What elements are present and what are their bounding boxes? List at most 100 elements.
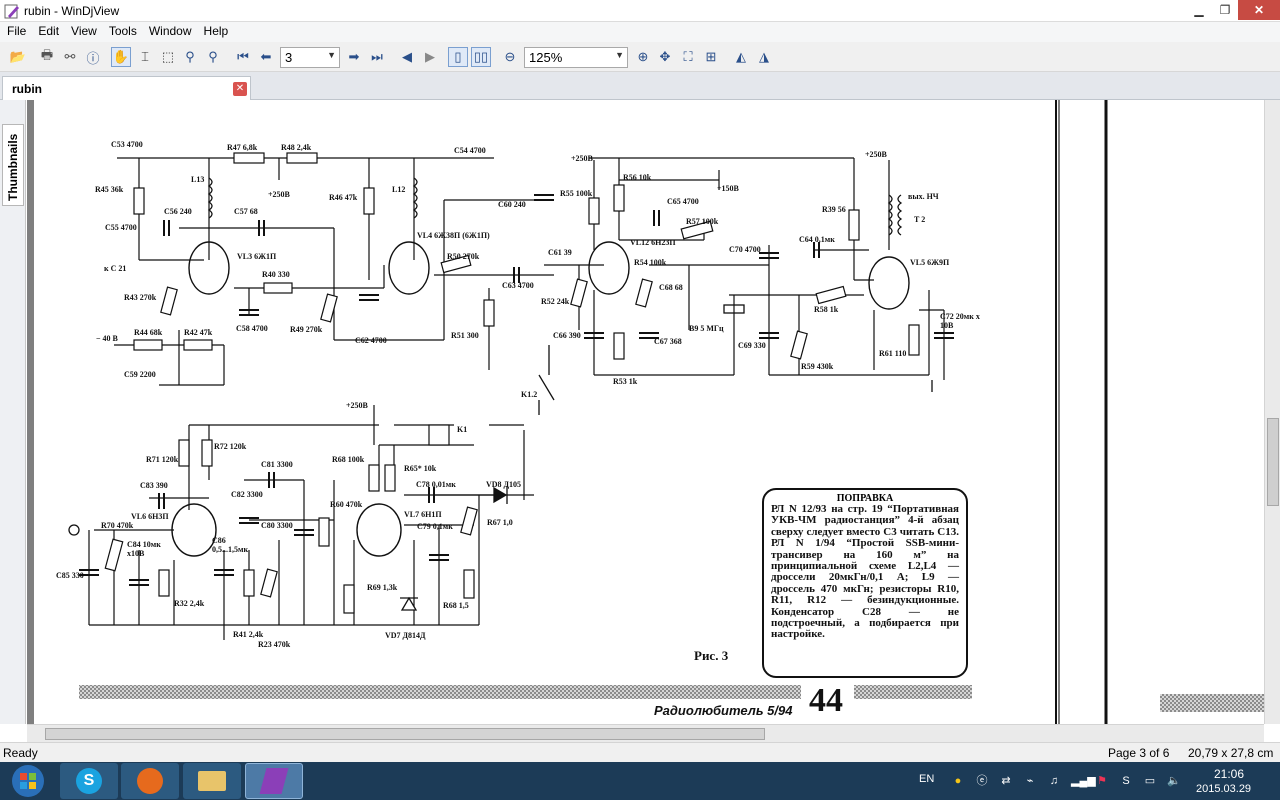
tray-app-icon[interactable]: ● <box>951 774 965 788</box>
chevron-down-icon: ▼ <box>327 50 336 60</box>
label-r68: R68 100k <box>332 455 365 464</box>
zoom-in-tool-icon[interactable]: ⚲ <box>180 47 200 67</box>
menu-view[interactable]: View <box>64 22 102 38</box>
back-icon[interactable]: ◀ <box>397 47 417 67</box>
hand-tool-icon[interactable]: ✋ <box>111 47 131 67</box>
label-c82: C82 3300 <box>231 490 263 499</box>
tray-network-icon[interactable]: ⇄ <box>999 774 1013 788</box>
page-number-combo[interactable]: 3 ▼ <box>280 47 340 68</box>
maximize-button[interactable]: ❐ <box>1212 0 1238 20</box>
windjview-app-icon <box>4 3 20 19</box>
title-bar: rubin - WinDjView ▁ ❐ ✕ <box>0 0 1280 22</box>
explorer-taskbar-icon[interactable] <box>183 763 241 799</box>
menu-edit[interactable]: Edit <box>31 22 64 38</box>
menu-bar: File Edit View Tools Window Help <box>0 22 1280 42</box>
first-page-icon[interactable]: ⏮ <box>233 47 253 67</box>
firefox-taskbar-icon[interactable] <box>121 763 179 799</box>
label-c54: C54 4700 <box>454 146 486 155</box>
vertical-scroll-thumb[interactable] <box>1267 418 1279 506</box>
text-select-icon[interactable]: ⌶ <box>135 47 155 67</box>
correction-body: РЛ N 12/93 на стр. 19 “Портативная УКВ-Ч… <box>771 503 959 641</box>
tray-power-icon[interactable]: ▭ <box>1143 774 1157 788</box>
fit-width-icon[interactable]: ⛶ <box>678 47 698 67</box>
label-c58: C58 4700 <box>236 324 268 333</box>
binoculars-icon[interactable]: ⚯ <box>60 47 80 67</box>
windjview-taskbar-icon[interactable] <box>245 763 303 799</box>
tray-skype-icon[interactable]: S <box>1119 774 1133 788</box>
rotate-left-icon[interactable]: ◭ <box>731 47 751 67</box>
tray-e-icon[interactable]: ⓔ <box>975 774 989 788</box>
rotate-right-icon[interactable]: ◮ <box>754 47 774 67</box>
status-page-size: 20,79 x 27,8 cm <box>1188 746 1274 760</box>
label-r45: R45 36k <box>95 185 124 194</box>
menu-tools[interactable]: Tools <box>102 22 142 38</box>
label-r65: R65* 10k <box>404 464 437 473</box>
label-c59: C59 2200 <box>124 370 156 379</box>
label-c65: C65 4700 <box>667 197 699 206</box>
tray-language[interactable]: EN <box>919 773 934 785</box>
label-c70: C70 4700 <box>729 245 761 254</box>
tray-time[interactable]: 21:06 <box>1206 767 1252 781</box>
forward-icon[interactable]: ▶ <box>420 47 440 67</box>
label-vl4: VL4 6Ж38П (6Ж1П) <box>417 231 490 240</box>
label-c69: C69 330 <box>738 341 766 350</box>
label-r67: R67 1,0 <box>487 518 513 527</box>
label-r72: R72 120k <box>214 442 247 451</box>
next-page-icon[interactable]: ➡ <box>344 47 364 67</box>
tray-usb-icon[interactable]: ⌁ <box>1023 774 1037 788</box>
rect-select-icon[interactable]: ⬚ <box>158 47 178 67</box>
label-plus150: +150B <box>717 184 739 193</box>
menu-help[interactable]: Help <box>197 22 234 38</box>
horizontal-scrollbar[interactable] <box>27 724 1264 742</box>
menu-window[interactable]: Window <box>142 22 197 38</box>
menu-file[interactable]: File <box>0 22 31 38</box>
label-c57: C57 68 <box>234 207 258 216</box>
label-r52: R52 24k <box>541 297 570 306</box>
zoom-out-tool-icon[interactable]: ⚲ <box>203 47 223 67</box>
info-icon[interactable]: ⓘ <box>83 47 103 67</box>
document-page: C53 4700 R47 6,8k R48 2,4k C54 4700 R45 … <box>34 100 1058 724</box>
actual-size-icon[interactable]: ⊞ <box>701 47 721 67</box>
label-kc21: к C 21 <box>104 264 127 273</box>
zoom-in-icon[interactable]: ⊕ <box>633 47 653 67</box>
label-r46: R46 47k <box>329 193 358 202</box>
close-tab-icon[interactable]: ✕ <box>233 82 247 96</box>
last-page-icon[interactable]: ⏭ <box>367 47 387 67</box>
label-c83: C83 390 <box>140 481 168 490</box>
zoom-out-icon[interactable]: ⊖ <box>500 47 520 67</box>
horizontal-scroll-thumb[interactable] <box>45 728 765 740</box>
document-view[interactable]: C53 4700 R47 6,8k R48 2,4k C54 4700 R45 … <box>27 100 1264 724</box>
single-page-icon[interactable]: ▯ <box>448 47 468 67</box>
print-icon[interactable]: 🖶 <box>37 47 57 67</box>
label-b9: B9 5 МГц <box>689 324 724 333</box>
tray-volume-icon[interactable]: 🔈 <box>1167 774 1181 788</box>
label-c81: C81 3300 <box>261 460 293 469</box>
zoom-combo[interactable]: 125% ▼ <box>524 47 628 68</box>
tab-label: rubin <box>12 82 42 96</box>
status-ready: Ready <box>3 746 38 760</box>
vertical-scrollbar[interactable] <box>1264 100 1280 724</box>
label-r51: R51 300 <box>451 331 479 340</box>
start-button[interactable] <box>2 763 54 799</box>
tray-flag-icon[interactable]: ⚑ <box>1095 774 1109 788</box>
label-c53: C53 4700 <box>111 140 143 149</box>
fit-page-icon[interactable]: ✥ <box>655 47 675 67</box>
label-plus250-a: +250B <box>268 190 290 199</box>
tray-headset-icon[interactable]: ♫ <box>1047 774 1061 788</box>
open-icon[interactable]: 📂 <box>8 47 28 67</box>
prev-page-icon[interactable]: ⬅ <box>256 47 276 67</box>
thumbnails-tab[interactable]: Thumbnails <box>2 124 24 206</box>
tray-signal-icon[interactable]: ▂▄▆ <box>1071 774 1096 788</box>
label-vl6: VL6 6Н3П <box>131 512 169 521</box>
label-c79: C79 0,1мк <box>417 522 453 531</box>
minimize-button[interactable]: ▁ <box>1186 0 1212 20</box>
label-vl5: VL5 6Ж9П <box>910 258 950 267</box>
tray-date[interactable]: 2015.03.29 <box>1196 783 1251 795</box>
label-r41: R41 2,4k <box>233 630 264 639</box>
facing-pages-icon[interactable]: ▯▯ <box>471 47 491 67</box>
label-c56: C56 240 <box>164 207 192 216</box>
tab-rubin[interactable]: rubin ✕ <box>2 76 251 100</box>
close-button[interactable]: ✕ <box>1238 0 1280 20</box>
label-plus250-c: +250B <box>865 150 887 159</box>
skype-taskbar-icon[interactable]: S <box>60 763 118 799</box>
